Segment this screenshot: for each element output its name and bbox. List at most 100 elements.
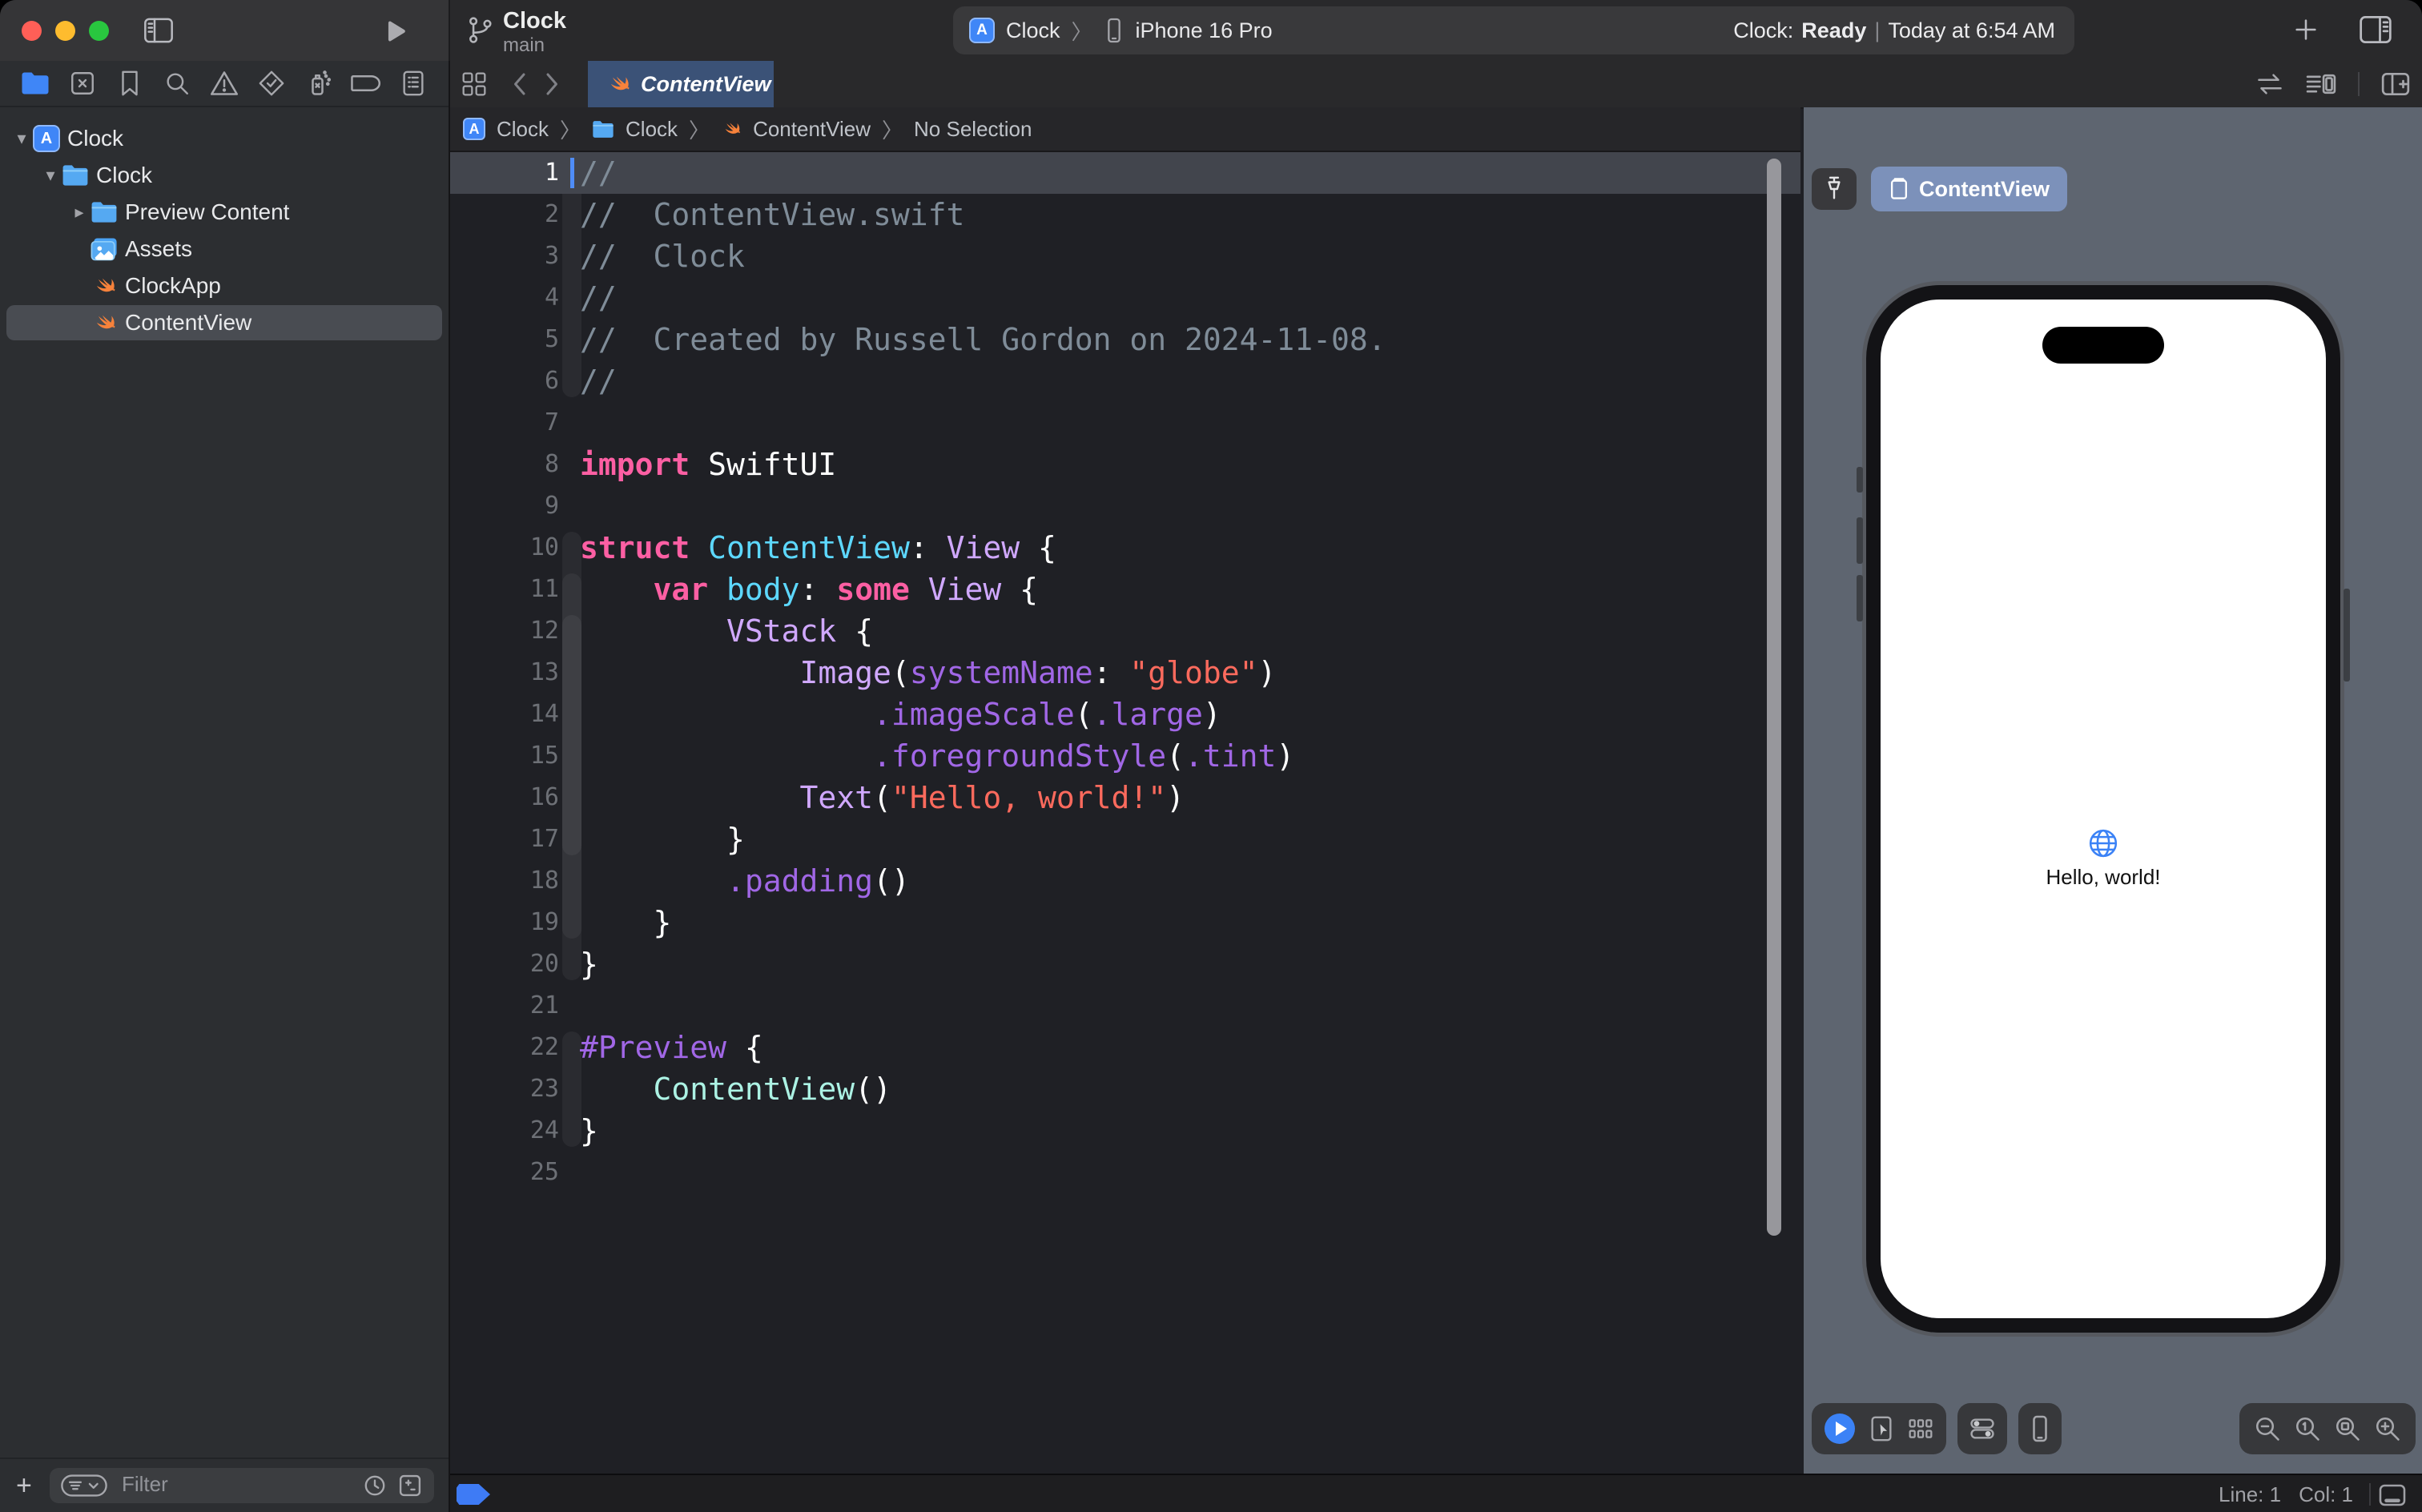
tree-item-clock[interactable]: ▾AClock <box>0 120 449 157</box>
code-line[interactable]: 5// Created by Russell Gordon on 2024-11… <box>450 319 1800 360</box>
line-indicator: Line: 1 <box>2219 1482 2281 1507</box>
code-line[interactable]: 23 ContentView() <box>450 1068 1800 1110</box>
adjust-editor-icon[interactable] <box>2305 71 2337 97</box>
preview-chip[interactable]: ContentView <box>1871 167 2067 211</box>
scheme-project-branch[interactable]: Clock main <box>465 6 737 54</box>
action-button <box>1857 467 1863 493</box>
code-line[interactable]: 18 .padding() <box>450 860 1800 902</box>
tree-item-label: Clock <box>96 163 152 188</box>
add-file-button[interactable]: + <box>16 1472 32 1499</box>
code-line[interactable]: 17 } <box>450 818 1800 860</box>
live-play-icon[interactable] <box>1825 1413 1855 1444</box>
chevron-down-icon[interactable]: ▾ <box>40 165 61 186</box>
tree-item-clock[interactable]: ▾ Clock <box>0 157 449 194</box>
reports-icon[interactable] <box>397 67 429 99</box>
go-forward-icon[interactable] <box>545 72 561 96</box>
line-number: 5 <box>450 319 559 360</box>
swift-icon <box>90 310 119 336</box>
code-line[interactable]: 2// ContentView.swift <box>450 194 1800 235</box>
jump-bar[interactable]: A Clock 〉 Clock 〉 ContentView 〉 No Selec… <box>450 107 1800 152</box>
tests-icon[interactable] <box>255 67 288 99</box>
project-folder-icon[interactable] <box>19 67 51 99</box>
code-text: } <box>580 1110 598 1152</box>
code-line[interactable]: 16 Text("Hello, world!") <box>450 777 1800 818</box>
chevron-down-icon[interactable]: ▾ <box>11 128 32 149</box>
breadcrumb-selection[interactable]: No Selection <box>914 117 1032 142</box>
recents-clock-icon[interactable] <box>364 1474 386 1497</box>
filter-field[interactable] <box>50 1468 434 1503</box>
code-line[interactable]: 20} <box>450 943 1800 985</box>
activity-viewer[interactable]: Clock: Ready | Today at 6:54 AM <box>1733 6 2055 54</box>
go-back-icon[interactable] <box>511 72 527 96</box>
code-line[interactable]: 14 .imageScale(.large) <box>450 694 1800 735</box>
find-icon[interactable] <box>161 67 193 99</box>
code-line[interactable]: 15 .foregroundStyle(.tint) <box>450 735 1800 777</box>
chevron-right-icon[interactable]: ▸ <box>69 202 90 223</box>
bookmarks-icon[interactable] <box>114 67 146 99</box>
breakpoints-icon[interactable] <box>350 67 382 99</box>
breadcrumb-file[interactable]: ContentView <box>753 117 871 142</box>
code-line[interactable]: 24} <box>450 1110 1800 1152</box>
navigator-sidebar: ▾AClock▾Clock▸Preview ContentAssetsClock… <box>0 61 450 1512</box>
source-editor[interactable]: 1//2// ContentView.swift3// Clock4//5// … <box>450 152 1800 1474</box>
minimize-window-button[interactable] <box>55 21 75 41</box>
code-line[interactable]: 25 <box>450 1152 1800 1193</box>
code-line[interactable]: 22#Preview { <box>450 1027 1800 1068</box>
tab-contentview[interactable]: ContentView <box>588 61 774 107</box>
tree-item-clockapp[interactable]: ClockApp <box>0 267 449 304</box>
code-review-icon[interactable] <box>2255 72 2284 96</box>
zoom-out-icon[interactable] <box>2253 1414 2282 1443</box>
toggle-navigator-icon[interactable] <box>143 17 175 44</box>
source-control-icon[interactable] <box>66 67 99 99</box>
add-button[interactable] <box>2292 16 2319 43</box>
code-line[interactable]: 4// <box>450 277 1800 319</box>
code-line[interactable]: 3// Clock <box>450 235 1800 277</box>
editor-scrollbar[interactable] <box>1767 159 1781 1236</box>
code-line[interactable]: 10struct ContentView: View { <box>450 527 1800 569</box>
editor-status-bar: Line: 1 Col: 1 <box>450 1474 2422 1512</box>
close-window-button[interactable] <box>22 21 42 41</box>
code-line[interactable]: 7 <box>450 402 1800 444</box>
line-number: 7 <box>450 402 559 444</box>
scheme-selector[interactable]: A Clock 〉 iPhone 16 Pro <box>969 6 1273 54</box>
tree-item-preview-content[interactable]: ▸Preview Content <box>0 194 449 231</box>
breakpoint-indicator[interactable] <box>457 1484 490 1505</box>
issues-icon[interactable] <box>208 67 240 99</box>
filter-input[interactable] <box>120 1471 348 1498</box>
filter-menu-icon[interactable] <box>61 1474 107 1497</box>
maximize-window-button[interactable] <box>89 21 109 41</box>
tree-item-contentview[interactable]: ContentView <box>0 304 449 341</box>
zoom-in-icon[interactable] <box>2373 1414 2402 1443</box>
display-icon[interactable] <box>2377 1483 2408 1507</box>
status-state: Ready <box>1801 18 1866 43</box>
code-line[interactable]: 1// <box>450 152 1800 194</box>
preview-settings-button[interactable] <box>1957 1403 2007 1454</box>
code-line[interactable]: 9 <box>450 485 1800 527</box>
related-items-icon[interactable] <box>461 71 487 97</box>
toggle-inspector-icon[interactable] <box>2358 14 2393 45</box>
code-line[interactable]: 6// <box>450 360 1800 402</box>
project-navigator-tree: ▾AClock▾Clock▸Preview ContentAssetsClock… <box>0 120 449 341</box>
variants-icon[interactable] <box>1908 1416 1933 1442</box>
code-line[interactable]: 8import SwiftUI <box>450 444 1800 485</box>
zoom-fit-icon[interactable] <box>2333 1414 2362 1443</box>
code-line[interactable]: 12 VStack { <box>450 610 1800 652</box>
tree-item-assets[interactable]: Assets <box>0 231 449 267</box>
code-line[interactable]: 19 } <box>450 902 1800 943</box>
breadcrumb-project[interactable]: Clock <box>497 117 549 142</box>
breadcrumb-group[interactable]: Clock <box>626 117 678 142</box>
iphone-screen[interactable]: Hello, world! <box>1881 300 2326 1318</box>
code-line[interactable]: 21 <box>450 985 1800 1027</box>
code-line[interactable]: 11 var body: some View { <box>450 569 1800 610</box>
selectable-icon[interactable] <box>1869 1415 1893 1442</box>
app-icon: A <box>463 118 485 140</box>
code-line[interactable]: 13 Image(systemName: "globe") <box>450 652 1800 694</box>
add-editor-icon[interactable] <box>2380 71 2411 97</box>
branch-icon <box>465 6 495 51</box>
pin-preview-button[interactable] <box>1812 168 1857 210</box>
run-button[interactable] <box>380 18 408 45</box>
debug-icon[interactable] <box>303 67 335 99</box>
preview-device-button[interactable] <box>2018 1403 2062 1454</box>
plus-minus-icon[interactable] <box>399 1474 421 1497</box>
zoom-actual-icon[interactable] <box>2293 1414 2322 1443</box>
